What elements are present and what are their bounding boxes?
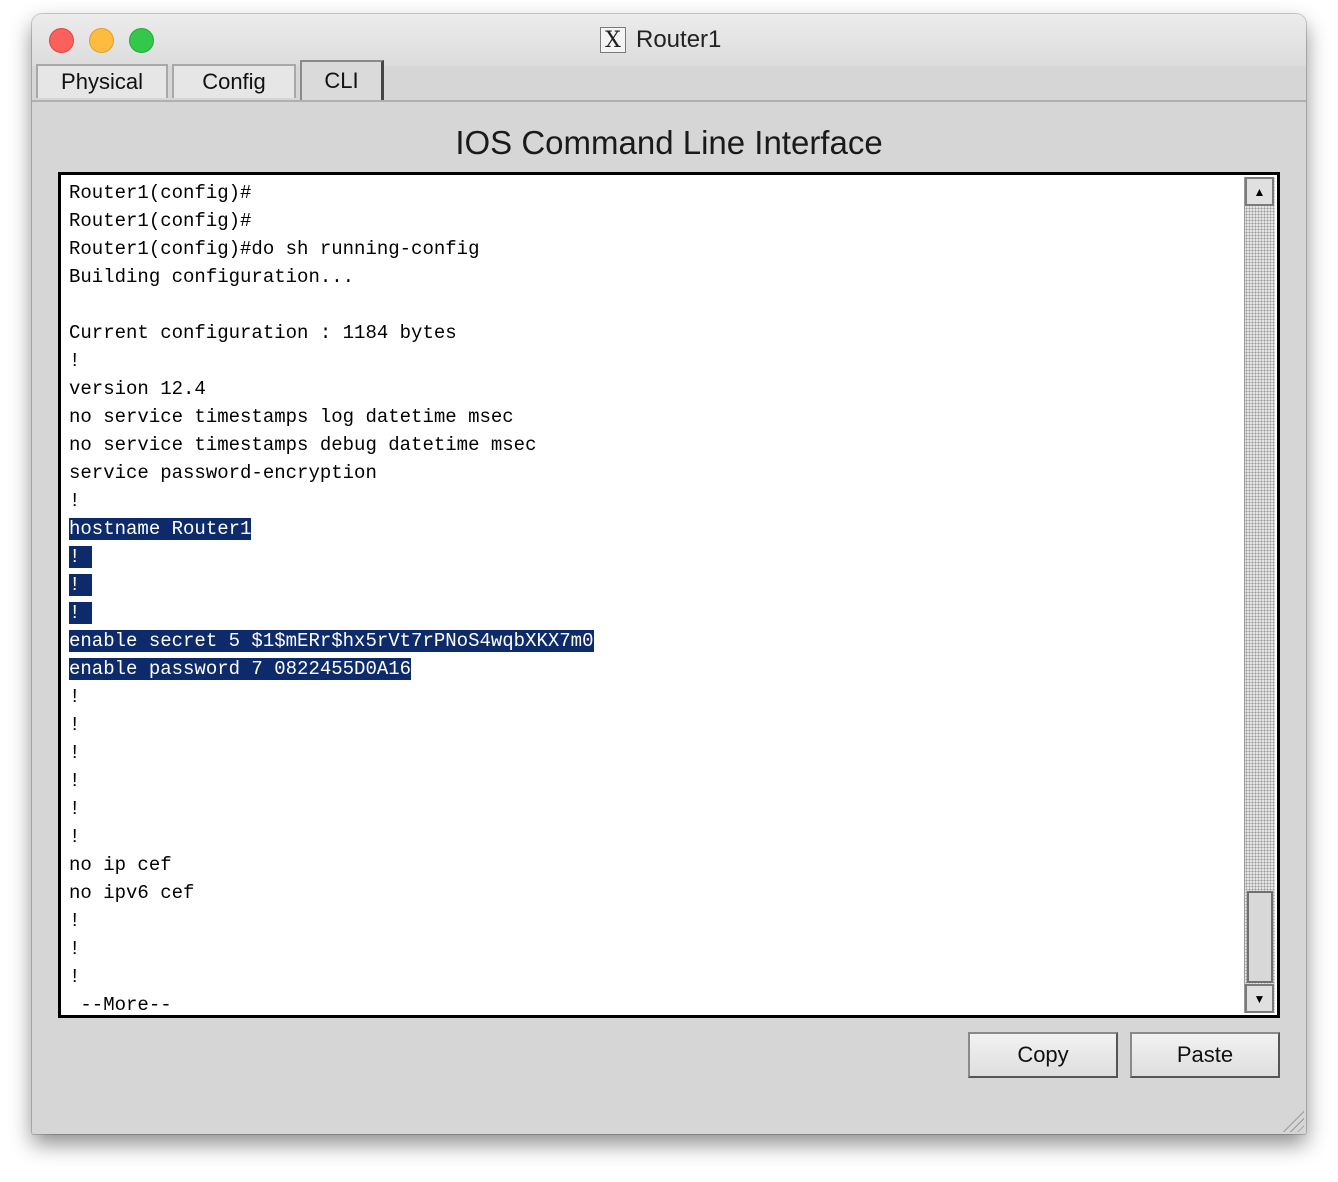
line-text: Building configuration... — [69, 266, 355, 288]
vertical-scrollbar[interactable]: ▲ ▼ — [1244, 177, 1275, 1013]
terminal-line: version 12.4 — [69, 375, 1239, 403]
line-text: no service timestamps debug datetime mse… — [69, 434, 537, 456]
line-text: ! — [69, 826, 81, 848]
line-text: no service timestamps log datetime msec — [69, 406, 514, 428]
x11-icon: X — [600, 27, 626, 53]
tab-cli[interactable]: CLI — [300, 60, 384, 100]
line-text: ! — [69, 938, 81, 960]
window-title: Router1 — [636, 26, 722, 53]
selected-line-text: enable password 7 0822455D0A16 — [69, 658, 412, 680]
line-text: Router1(config)# — [69, 210, 252, 232]
terminal-line: ! — [69, 963, 1239, 991]
line-text: ! — [69, 966, 81, 988]
line-text: ! — [69, 686, 81, 708]
terminal-line: ! — [69, 487, 1239, 515]
line-text: Router1(config)#do sh running-config — [69, 238, 480, 260]
terminal-line: Building configuration... — [69, 263, 1239, 291]
line-text: ! — [69, 350, 81, 372]
terminal-line: ! — [69, 543, 1239, 571]
line-text: no ip cef — [69, 854, 172, 876]
line-text: ! — [69, 714, 81, 736]
line-text: Current configuration : 1184 bytes — [69, 322, 457, 344]
terminal-line: ! — [69, 711, 1239, 739]
line-text: service password-encryption — [69, 462, 377, 484]
terminal-lines[interactable]: Router1(config)# Router1(config)# Router1(… — [69, 179, 1239, 1015]
terminal-line: ! — [69, 935, 1239, 963]
line-text: ! — [69, 798, 81, 820]
minimize-button[interactable] — [89, 28, 114, 53]
terminal-line: ! — [69, 347, 1239, 375]
selected-line-text: enable secret 5 $1$mERr$hx5rVt7rPNoS4wqb… — [69, 630, 594, 652]
terminal-line: --More-- — [69, 991, 1239, 1015]
zoom-button[interactable] — [129, 28, 154, 53]
terminal-line: enable secret 5 $1$mERr$hx5rVt7rPNoS4wqb… — [69, 627, 1239, 655]
router1-window: X Router1 Physical Config CLI IOS Comman… — [32, 14, 1306, 1134]
terminal-line: no service timestamps debug datetime mse… — [69, 431, 1239, 459]
line-text: Router1(config)# — [69, 182, 252, 204]
line-text: ! — [69, 490, 81, 512]
terminal-line: ! — [69, 907, 1239, 935]
terminal-line: ! — [69, 683, 1239, 711]
terminal-output[interactable]: Router1(config)# Router1(config)# Router1(… — [58, 172, 1280, 1018]
selected-line-text: ! — [69, 546, 92, 568]
selected-line-text: ! — [69, 574, 92, 596]
line-text: --More-- — [69, 994, 172, 1015]
tab-physical[interactable]: Physical — [36, 64, 168, 98]
line-text: ! — [69, 770, 81, 792]
line-text: version 12.4 — [69, 378, 206, 400]
scroll-down-arrow-icon[interactable]: ▼ — [1245, 984, 1274, 1013]
terminal-line: ! — [69, 795, 1239, 823]
close-button[interactable] — [49, 28, 74, 53]
terminal-line: Router1(config)#do sh running-config — [69, 235, 1239, 263]
terminal-line: no ip cef — [69, 851, 1239, 879]
cli-panel: IOS Command Line Interface Router1(confi… — [32, 100, 1306, 1134]
terminal-line: ! — [69, 599, 1239, 627]
terminal-line: ! — [69, 739, 1239, 767]
line-text: ! — [69, 910, 81, 932]
selected-line-text: hostname Router1 — [69, 518, 252, 540]
tab-config[interactable]: Config — [172, 64, 296, 98]
scroll-up-arrow-icon[interactable]: ▲ — [1245, 177, 1274, 206]
terminal-line: hostname Router1 — [69, 515, 1239, 543]
terminal-line: Router1(config)# — [69, 179, 1239, 207]
selected-line-text: ! — [69, 602, 92, 624]
line-text: no ipv6 cef — [69, 882, 195, 904]
title-bar[interactable]: X Router1 — [32, 14, 1306, 66]
scroll-thumb[interactable] — [1247, 891, 1273, 983]
terminal-line: enable password 7 0822455D0A16 — [69, 655, 1239, 683]
window-title-group: X Router1 — [600, 25, 721, 55]
terminal-line: ! — [69, 767, 1239, 795]
terminal-line: ! — [69, 571, 1239, 599]
terminal-line: no service timestamps log datetime msec — [69, 403, 1239, 431]
line-text: ! — [69, 742, 81, 764]
cli-heading: IOS Command Line Interface — [455, 124, 883, 161]
copy-button[interactable]: Copy — [968, 1032, 1118, 1078]
paste-button[interactable]: Paste — [1130, 1032, 1280, 1078]
terminal-line: no ipv6 cef — [69, 879, 1239, 907]
terminal-line: ! — [69, 823, 1239, 851]
terminal-line: Current configuration : 1184 bytes — [69, 319, 1239, 347]
terminal-line: service password-encryption — [69, 459, 1239, 487]
terminal-line: Router1(config)# — [69, 207, 1239, 235]
